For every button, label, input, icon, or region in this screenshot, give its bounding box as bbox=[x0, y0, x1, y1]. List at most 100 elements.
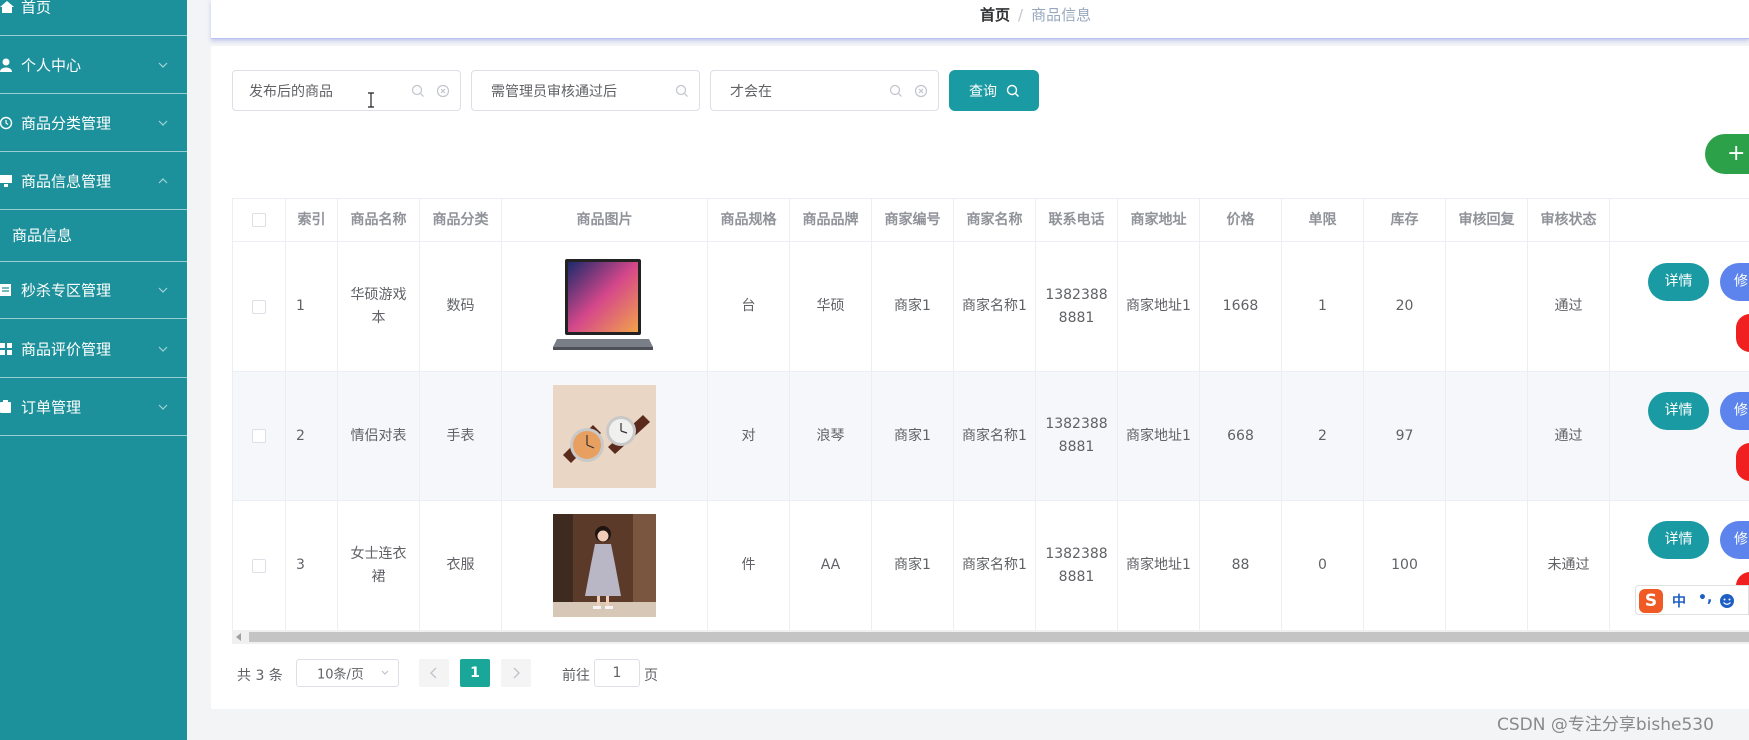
cell-category: 衣服 bbox=[420, 501, 502, 630]
table-header-cell: 商家地址 bbox=[1118, 199, 1200, 241]
cell-phone-text: 13823888881 bbox=[1045, 545, 1108, 585]
sidebar-item-flash-sale-management[interactable]: 秒杀专区管理 bbox=[0, 261, 187, 319]
delete-button[interactable] bbox=[1736, 314, 1749, 352]
breadcrumb-home[interactable]: 首页 bbox=[980, 6, 1010, 24]
cell-merchant-name: 商家名称1 bbox=[954, 501, 1036, 630]
chevron-left-icon bbox=[430, 667, 437, 679]
cell-limit: 0 bbox=[1282, 501, 1364, 630]
cell-category: 数码 bbox=[420, 242, 502, 371]
table-header-cell: 商品规格 bbox=[708, 199, 790, 241]
sidebar-subitem-product-info[interactable]: 商品信息 bbox=[0, 210, 187, 260]
row-checkbox[interactable] bbox=[252, 558, 266, 573]
ime-logo: S bbox=[1639, 589, 1663, 613]
cell-brand: 浪琴 bbox=[790, 372, 872, 500]
cell-spec: 对 bbox=[708, 372, 790, 500]
watermark: CSDN @专注分享bishe530 bbox=[1497, 715, 1714, 735]
cell-image bbox=[502, 501, 708, 630]
cell-address-text: 商家地址1 bbox=[1126, 427, 1191, 444]
delete-button[interactable] bbox=[1736, 443, 1749, 481]
sidebar-item-label: 商品分类管理 bbox=[21, 114, 112, 132]
emoji-icon[interactable] bbox=[1719, 593, 1735, 609]
edit-button[interactable]: 修 bbox=[1720, 521, 1749, 559]
ime-language-toggle[interactable]: 中 bbox=[1672, 591, 1686, 611]
header-checkbox-cell bbox=[233, 199, 286, 241]
laptop-image[interactable] bbox=[553, 255, 656, 358]
ime-punctuation-toggle[interactable]: •, bbox=[1698, 590, 1712, 606]
next-page-button[interactable] bbox=[501, 659, 531, 687]
cell-reply bbox=[1446, 372, 1528, 500]
select-all-checkbox[interactable] bbox=[252, 213, 266, 227]
sidebar-item-order-management[interactable]: 订单管理 bbox=[0, 378, 187, 436]
sidebar-item-product-info-management[interactable]: 商品信息管理 bbox=[0, 152, 187, 210]
goto-suffix: 页 bbox=[644, 668, 658, 684]
cell-status: 未通过 bbox=[1528, 501, 1610, 630]
row-checkbox[interactable] bbox=[252, 429, 266, 443]
clear-icon[interactable] bbox=[436, 84, 450, 98]
table-header-cell: 联系电话 bbox=[1036, 199, 1118, 241]
table-header-cell: 商品名称 bbox=[338, 199, 420, 241]
detail-button[interactable]: 详情 bbox=[1648, 263, 1709, 301]
search-icon bbox=[889, 84, 902, 97]
chevron-down-icon bbox=[381, 670, 389, 675]
search-input-product-name[interactable]: 发布后的商品 bbox=[232, 70, 461, 111]
add-button[interactable]: + bbox=[1705, 134, 1749, 174]
row-checkbox[interactable] bbox=[252, 299, 266, 314]
horizontal-scrollbar[interactable] bbox=[232, 630, 1749, 644]
query-button[interactable]: 查询 bbox=[949, 70, 1039, 111]
edit-button[interactable]: 修 bbox=[1720, 263, 1749, 301]
table-header-cell: 商家编号 bbox=[872, 199, 954, 241]
sidebar-item-category-management[interactable]: 商品分类管理 bbox=[0, 94, 187, 152]
cell-index: 3 bbox=[286, 501, 338, 630]
sidebar-item-review-management[interactable]: 商品评价管理 bbox=[0, 320, 187, 378]
ime-toolbar[interactable]: S 中 •, bbox=[1635, 585, 1749, 615]
watch-image[interactable] bbox=[553, 384, 656, 488]
chevron-down-icon bbox=[158, 62, 168, 68]
grid-icon bbox=[0, 342, 12, 355]
search-input-brand[interactable]: 才会在 bbox=[710, 70, 939, 111]
cell-name: 女士连衣裙 bbox=[338, 501, 420, 630]
chevron-up-icon bbox=[158, 177, 168, 183]
chevron-down-icon bbox=[158, 120, 168, 126]
page-size-select[interactable]: 10条/页 bbox=[296, 659, 399, 687]
table-header-cell: 商品图片 bbox=[502, 199, 708, 241]
dress-image[interactable] bbox=[553, 514, 656, 617]
sidebar-item-personal-center[interactable]: 个人中心 bbox=[0, 36, 187, 94]
query-button-label: 查询 bbox=[969, 83, 997, 100]
goto-page-input[interactable]: 1 bbox=[594, 659, 640, 687]
detail-button[interactable]: 详情 bbox=[1648, 392, 1709, 430]
table-header-cell-actions bbox=[1610, 199, 1749, 241]
home-icon bbox=[0, 0, 14, 13]
cell-index: 1 bbox=[286, 242, 338, 371]
row-checkbox-cell bbox=[233, 242, 286, 371]
edit-button[interactable]: 修 bbox=[1720, 392, 1749, 430]
edit-button-label: 修 bbox=[1734, 402, 1748, 419]
detail-button-label: 详情 bbox=[1664, 402, 1693, 419]
page-number-label: 1 bbox=[470, 665, 480, 681]
detail-button-label: 详情 bbox=[1664, 273, 1693, 290]
cell-name: 华硕游戏本 bbox=[338, 242, 420, 371]
cell-phone: 13823888881 bbox=[1036, 372, 1118, 500]
cell-limit: 2 bbox=[1282, 372, 1364, 500]
cell-merchant-name: 商家名称1 bbox=[954, 372, 1036, 500]
search-input-category[interactable]: 需管理员审核通过后 bbox=[471, 70, 700, 111]
detail-button[interactable]: 详情 bbox=[1648, 521, 1709, 559]
search-icon bbox=[675, 84, 688, 97]
sidebar-item-label: 商品信息管理 bbox=[21, 172, 112, 190]
clear-icon[interactable] bbox=[914, 84, 928, 98]
cell-status: 通过 bbox=[1528, 242, 1610, 371]
search-input-value: 才会在 bbox=[730, 83, 772, 100]
pagination-total: 共 3 条 bbox=[237, 668, 283, 684]
cell-address-text: 商家地址1 bbox=[1126, 557, 1191, 573]
cell-brand: 华硕 bbox=[790, 242, 872, 371]
scrollbar-thumb[interactable] bbox=[249, 632, 1749, 642]
search-input-value: 发布后的商品 bbox=[249, 83, 333, 100]
sidebar-subitem-label: 商品信息 bbox=[12, 226, 73, 245]
page-number-button[interactable]: 1 bbox=[460, 659, 490, 687]
breadcrumb-current: 商品信息 bbox=[1031, 6, 1092, 24]
product-table: 索引 商品名称 商品分类 商品图片 商品规格 商品品牌 商家编号 商家名称 联系… bbox=[232, 198, 1749, 630]
prev-page-button[interactable] bbox=[419, 659, 449, 687]
cell-price: 1668 bbox=[1200, 242, 1282, 371]
cell-index: 2 bbox=[286, 372, 338, 500]
scroll-left-icon[interactable] bbox=[236, 633, 241, 641]
sidebar-item-home[interactable]: 首页 bbox=[0, 0, 187, 36]
